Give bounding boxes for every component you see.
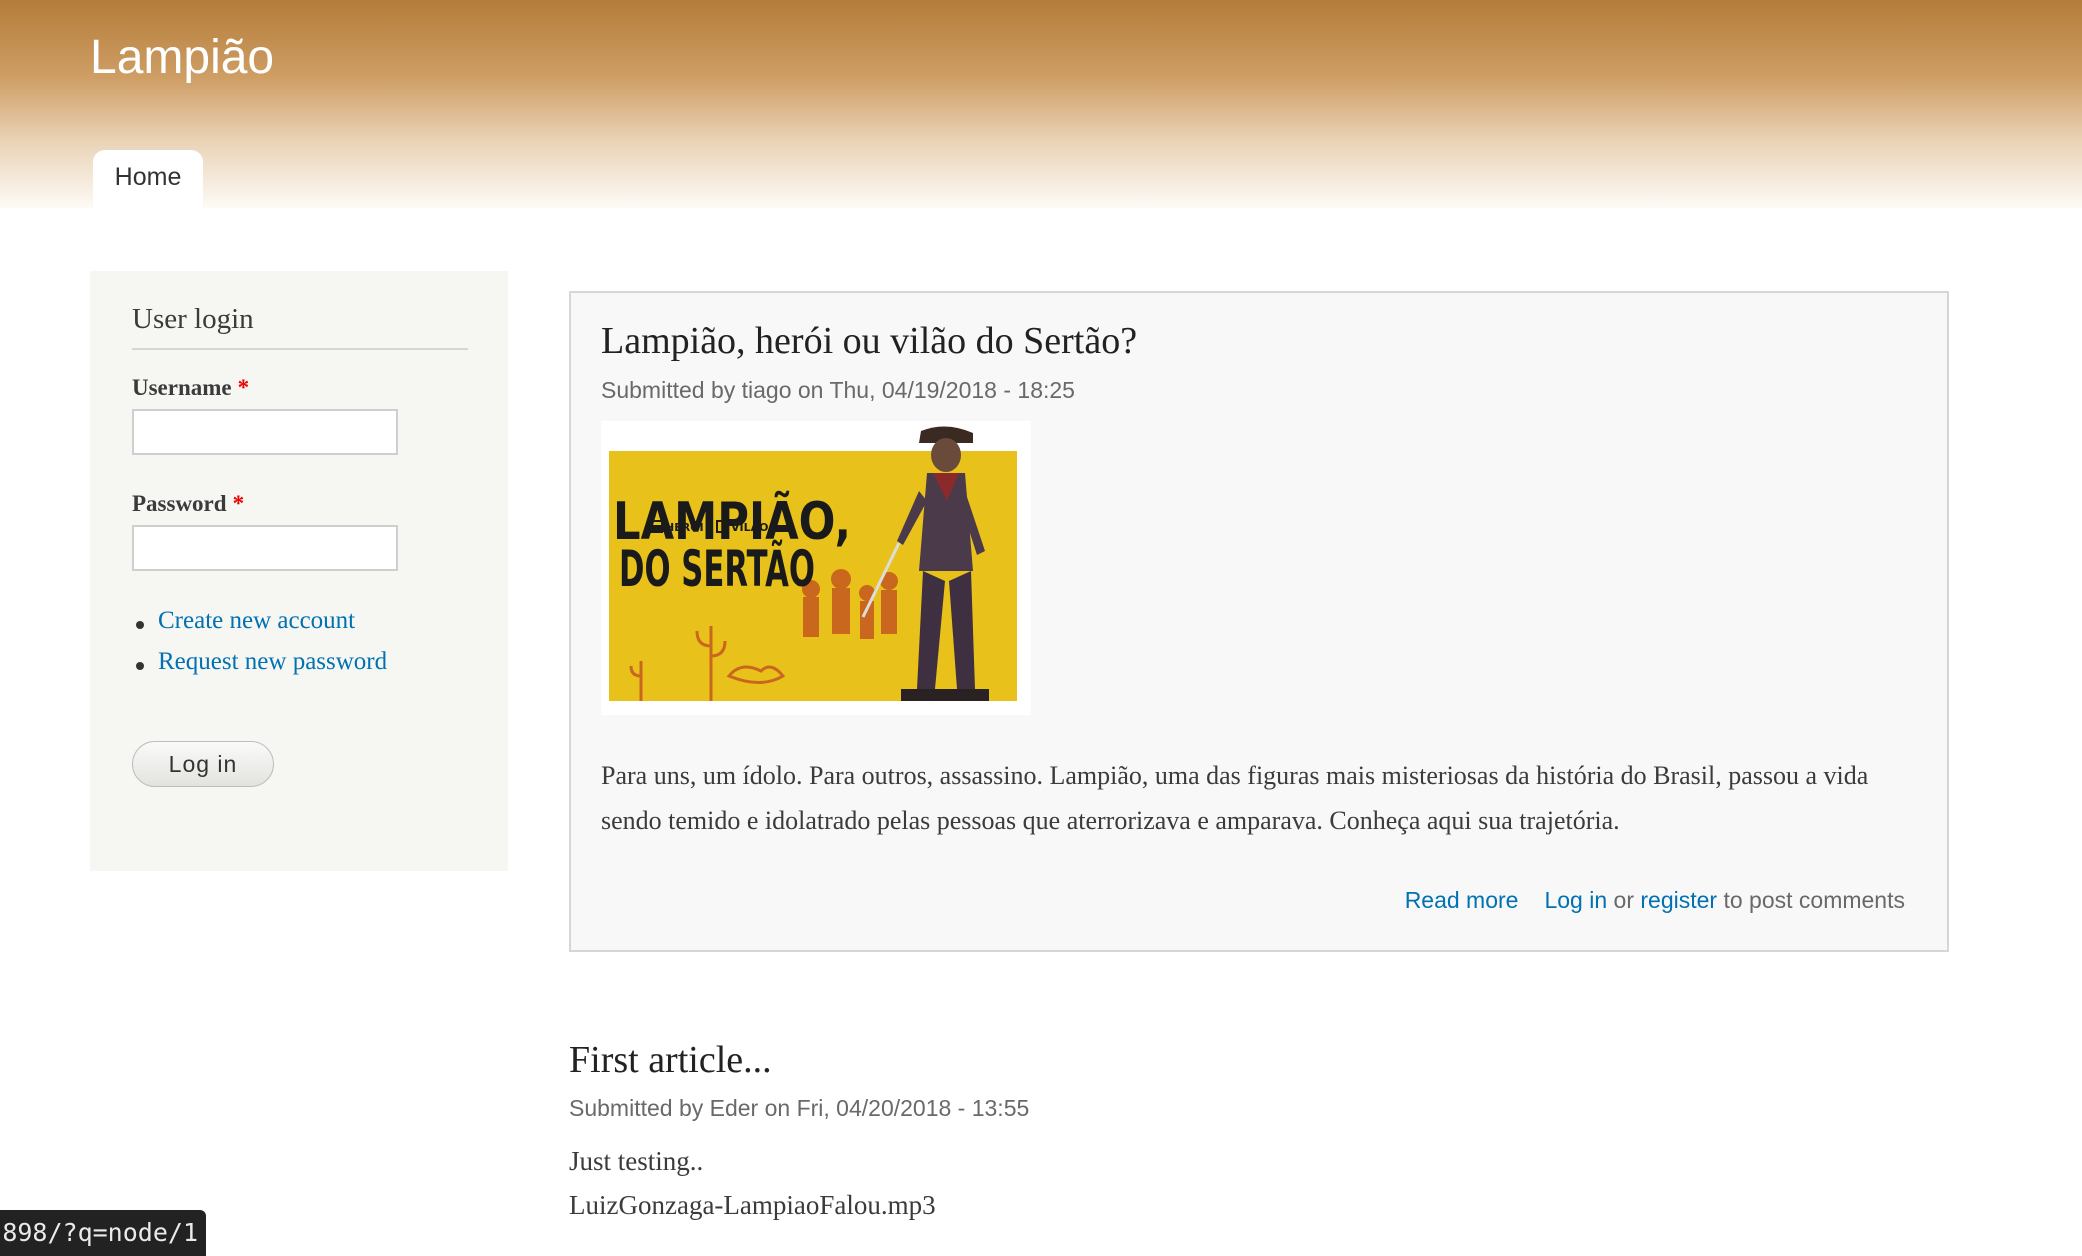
attachment-filename[interactable]: LuizGonzaga-LampiaoFalou.mp3 xyxy=(569,1190,936,1221)
create-account-link[interactable]: Create new account xyxy=(158,607,355,634)
article-image[interactable]: LAMPIÃO, HERÓI VILÃO DO SERTÃO xyxy=(601,421,1031,715)
submitted-info: Submitted by tiago on Thu, 04/19/2018 - … xyxy=(601,377,1075,403)
bullet-icon xyxy=(136,621,144,629)
article-title[interactable]: First article... xyxy=(569,1038,772,1082)
article-title[interactable]: Lampião, herói ou vilão do Sertão? xyxy=(601,319,1137,363)
username-label: Username * xyxy=(132,375,249,401)
article-links: Read more Log in or register to post comm… xyxy=(1405,887,1905,914)
required-marker: * xyxy=(232,491,245,516)
register-link[interactable]: register xyxy=(1640,887,1717,913)
block-title: User login xyxy=(132,303,468,350)
or-text: or xyxy=(1613,887,1634,913)
required-marker: * xyxy=(237,375,250,400)
submitted-info: Submitted by Eder on Fri, 04/20/2018 - 1… xyxy=(569,1095,1030,1121)
request-password-link[interactable]: Request new password xyxy=(158,648,387,675)
password-label-text: Password xyxy=(132,491,227,516)
username-input[interactable] xyxy=(132,409,398,455)
list-item: Request new password xyxy=(132,648,387,689)
image-option2: VILÃO xyxy=(731,521,768,534)
list-item: Create new account xyxy=(132,607,387,648)
password-label: Password * xyxy=(132,491,244,517)
log-in-link[interactable]: Log in xyxy=(1544,887,1607,913)
article-body: Just testing.. xyxy=(569,1146,704,1176)
log-in-button[interactable]: Log in xyxy=(132,741,274,787)
article-teaser: Lampião, herói ou vilão do Sertão? Submi… xyxy=(569,291,1949,952)
user-login-block: User login Username * Password * Create ne… xyxy=(90,271,508,871)
post-comments-text: to post comments xyxy=(1723,887,1905,913)
site-header: Lampião Home xyxy=(0,0,2082,208)
status-bar-url: 898/?q=node/1 xyxy=(0,1210,206,1256)
tab-home[interactable]: Home xyxy=(93,150,203,208)
username-label-text: Username xyxy=(132,375,232,400)
image-option1: HERÓI xyxy=(665,521,704,534)
site-name[interactable]: Lampião xyxy=(90,30,274,85)
login-links: Create new account Request new password xyxy=(132,607,387,689)
read-more-link[interactable]: Read more xyxy=(1405,887,1519,913)
bullet-icon xyxy=(136,662,144,670)
password-input[interactable] xyxy=(132,525,398,571)
article-body: Para uns, um ídolo. Para outros, assassi… xyxy=(601,761,1869,835)
image-title-line2: DO SERTÃO xyxy=(619,539,815,598)
